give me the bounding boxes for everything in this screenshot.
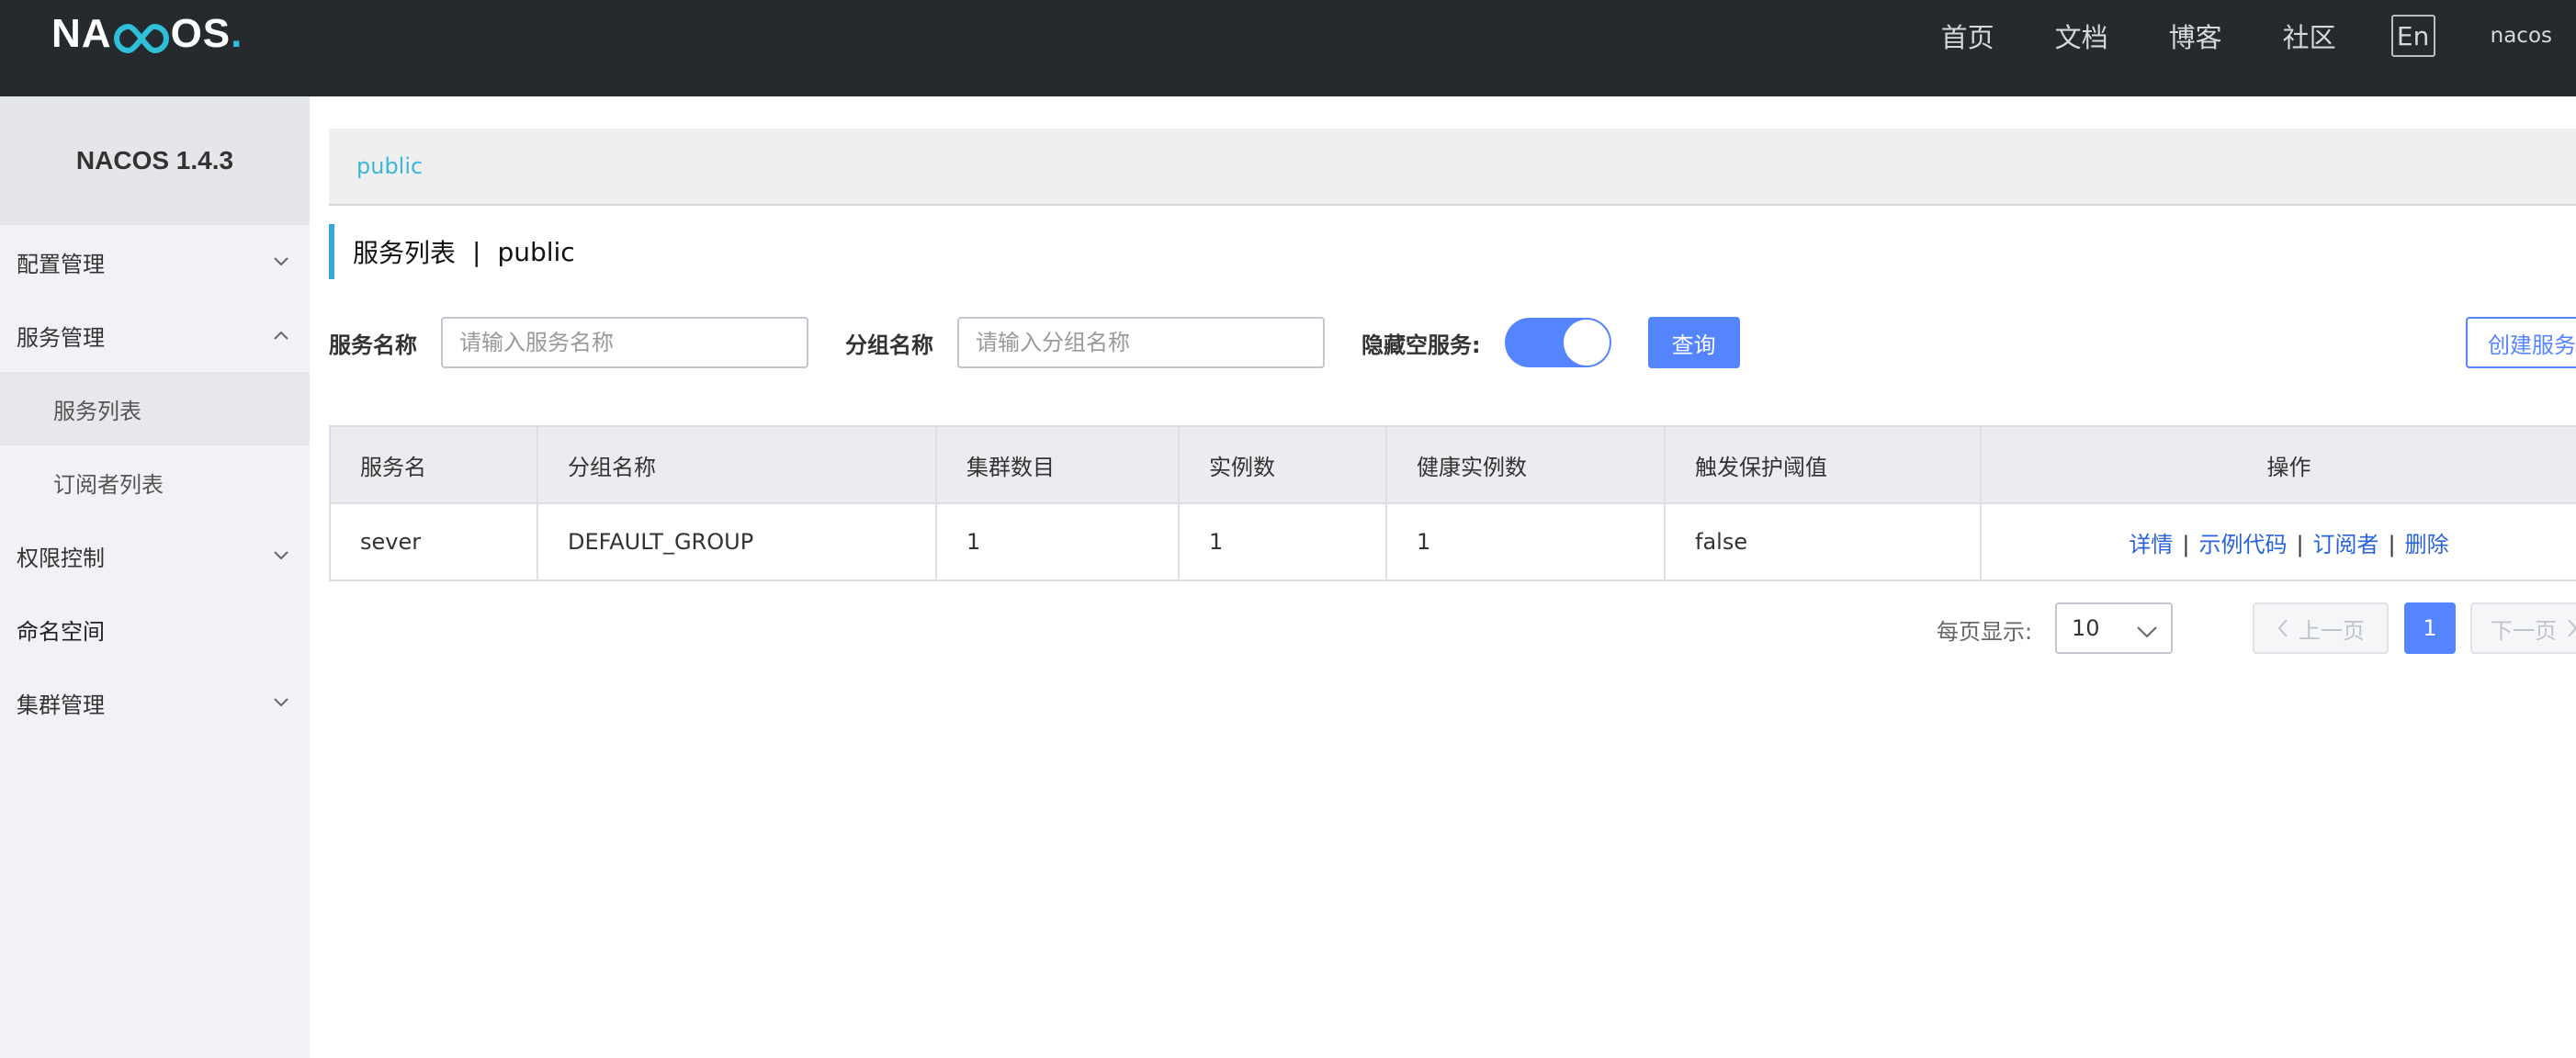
page-size-label: 每页显示: bbox=[1937, 618, 2033, 645]
sidebar-item-label: 配置管理 bbox=[17, 251, 105, 277]
column-header-protect-threshold: 触发保护阈值 bbox=[1664, 425, 1982, 504]
hide-empty-toggle[interactable] bbox=[1504, 318, 1611, 367]
cell-operations: 详情 | 示例代码 | 订阅者 | 删除 bbox=[1980, 502, 2576, 581]
user-name[interactable]: nacos bbox=[2491, 24, 2552, 48]
page-size-select[interactable]: 10 bbox=[2055, 602, 2173, 654]
action-separator: | bbox=[2296, 531, 2304, 557]
sidebar-item-subscriber-list[interactable]: 订阅者列表 bbox=[0, 445, 310, 519]
sidebar-item-access-control[interactable]: 权限控制 bbox=[0, 519, 310, 592]
sidebar-item-cluster-management[interactable]: 集群管理 bbox=[0, 666, 310, 739]
logo-dot: . bbox=[231, 11, 243, 56]
page-title-namespace: public bbox=[497, 236, 575, 267]
next-page-button[interactable]: 下一页 bbox=[2470, 602, 2576, 654]
subscribers-link[interactable]: 订阅者 bbox=[2313, 532, 2379, 557]
column-header-instance-count: 实例数 bbox=[1178, 425, 1387, 504]
toggle-knob bbox=[1563, 320, 1610, 366]
chevron-down-icon bbox=[271, 546, 291, 566]
chevron-left-icon bbox=[2277, 619, 2288, 637]
prev-page-button[interactable]: 上一页 bbox=[2253, 602, 2389, 654]
next-page-label: 下一页 bbox=[2491, 617, 2557, 644]
pagination: 每页显示: 10 上一页 1 下一页 bbox=[329, 602, 2576, 656]
title-separator: | bbox=[472, 236, 481, 267]
service-name-input[interactable] bbox=[441, 317, 808, 368]
logo-text-left: NA bbox=[51, 11, 112, 56]
sidebar-item-label: 权限控制 bbox=[17, 545, 105, 571]
query-button[interactable]: 查询 bbox=[1647, 317, 1740, 368]
page-title: 服务列表 | public bbox=[329, 224, 575, 279]
sidebar-item-label: 集群管理 bbox=[17, 692, 105, 718]
cell-healthy-count: 1 bbox=[1385, 502, 1666, 581]
create-service-button[interactable]: 创建服务 bbox=[2466, 317, 2576, 368]
sidebar-item-label: 命名空间 bbox=[17, 618, 105, 645]
sample-code-link[interactable]: 示例代码 bbox=[2198, 532, 2287, 557]
table-row: sever DEFAULT_GROUP 1 1 1 false 详情 | 示例代码 |… bbox=[329, 502, 2576, 581]
sidebar-item-service-list[interactable]: 服务列表 bbox=[0, 372, 310, 445]
top-header: NA OS . 首页 文档 博客 社区 En nacos bbox=[0, 0, 2576, 96]
main-content: public 服务列表 | public 服务名称 分组名称 隐藏空服务: 查询… bbox=[329, 129, 2576, 1058]
page-title-text: 服务列表 bbox=[353, 238, 457, 268]
namespace-bar: public bbox=[329, 129, 2576, 206]
top-nav: 首页 文档 博客 社区 En nacos bbox=[1941, 0, 2576, 72]
column-header-healthy-count: 健康实例数 bbox=[1385, 425, 1666, 504]
cell-protect-threshold: false bbox=[1664, 502, 1982, 581]
chevron-down-icon bbox=[271, 252, 291, 272]
delete-link[interactable]: 删除 bbox=[2405, 532, 2449, 557]
chevron-up-icon bbox=[271, 325, 291, 345]
cell-instance-count: 1 bbox=[1178, 502, 1387, 581]
nav-community[interactable]: 社区 bbox=[2283, 17, 2336, 55]
chevron-right-icon bbox=[2568, 619, 2576, 637]
sidebar-item-config-management[interactable]: 配置管理 bbox=[0, 225, 310, 298]
table-header-row: 服务名 分组名称 集群数目 实例数 健康实例数 触发保护阈值 操作 bbox=[329, 425, 2576, 504]
namespace-tab-public[interactable]: public bbox=[356, 153, 423, 179]
logo-text-right: OS bbox=[170, 11, 232, 56]
nav-home[interactable]: 首页 bbox=[1941, 17, 1994, 55]
sidebar-item-namespace[interactable]: 命名空间 bbox=[0, 592, 310, 666]
cell-cluster-count: 1 bbox=[935, 502, 1180, 581]
group-name-label: 分组名称 bbox=[845, 332, 933, 358]
column-header-cluster-count: 集群数目 bbox=[935, 425, 1180, 504]
nav-docs[interactable]: 文档 bbox=[2055, 17, 2108, 55]
filter-bar: 服务名称 分组名称 隐藏空服务: 查询 创建服务 bbox=[329, 317, 2576, 368]
action-separator: | bbox=[2388, 531, 2396, 557]
language-toggle-button[interactable]: En bbox=[2390, 15, 2435, 57]
hide-empty-label: 隐藏空服务: bbox=[1361, 332, 1481, 358]
prev-page-label: 上一页 bbox=[2299, 617, 2365, 644]
nacos-logo[interactable]: NA OS . bbox=[51, 11, 243, 56]
service-name-label: 服务名称 bbox=[329, 332, 417, 358]
chevron-down-icon bbox=[271, 692, 291, 713]
nav-blog[interactable]: 博客 bbox=[2169, 17, 2222, 55]
column-header-operations: 操作 bbox=[1980, 425, 2576, 504]
page-number-1[interactable]: 1 bbox=[2404, 602, 2456, 654]
cell-group-name: DEFAULT_GROUP bbox=[537, 502, 937, 581]
sidebar-item-service-management[interactable]: 服务管理 bbox=[0, 298, 310, 372]
detail-link[interactable]: 详情 bbox=[2129, 532, 2173, 557]
service-table: 服务名 分组名称 集群数目 实例数 健康实例数 触发保护阈值 操作 sever … bbox=[329, 425, 2576, 581]
sidebar: NACOS 1.4.3 配置管理 服务管理 服务列表 订阅者列表 权限控制 命名… bbox=[0, 96, 310, 1058]
chevron-down-icon bbox=[2136, 619, 2158, 645]
group-name-input[interactable] bbox=[957, 317, 1325, 368]
page-size-value: 10 bbox=[2072, 615, 2100, 641]
infinity-logo-icon bbox=[113, 18, 169, 54]
cell-service-name: sever bbox=[329, 502, 538, 581]
column-header-group-name: 分组名称 bbox=[537, 425, 937, 504]
version-title: NACOS 1.4.3 bbox=[0, 96, 310, 225]
sidebar-item-label: 服务管理 bbox=[17, 324, 105, 351]
column-header-service-name: 服务名 bbox=[329, 425, 538, 504]
action-separator: | bbox=[2182, 531, 2190, 557]
